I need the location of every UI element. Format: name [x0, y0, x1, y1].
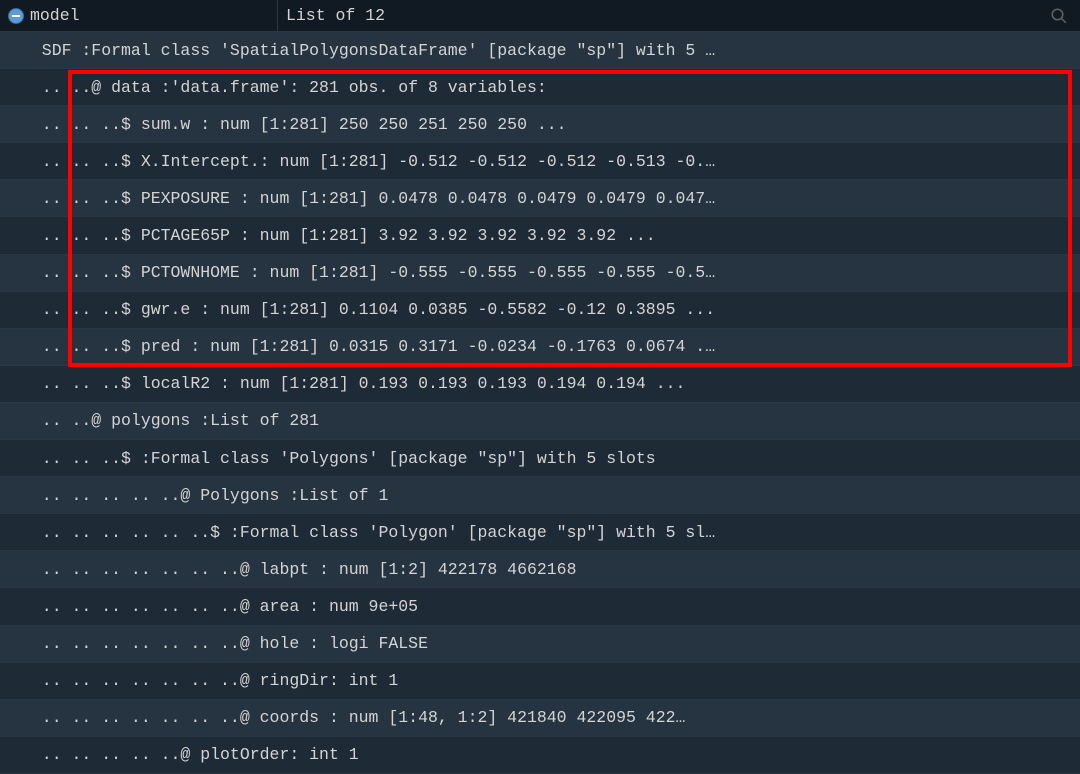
inspector-header: model List of 12	[0, 0, 1080, 32]
struct-row[interactable]: .. ..@ data :'data.frame': 281 obs. of 8…	[0, 69, 1080, 106]
struct-row[interactable]: .. .. ..$ gwr.e : num [1:281] 0.1104 0.0…	[0, 292, 1080, 329]
variable-summary: List of 12	[286, 6, 385, 25]
search-icon[interactable]	[1050, 7, 1068, 25]
struct-row[interactable]: .. .. .. .. ..@ Polygons :List of 1	[0, 477, 1080, 514]
struct-row[interactable]: .. .. .. .. .. ..$ :Formal class 'Polygo…	[0, 514, 1080, 551]
struct-row[interactable]: .. .. ..$ PCTOWNHOME : num [1:281] -0.55…	[0, 255, 1080, 292]
struct-row[interactable]: .. .. .. .. ..@ plotOrder: int 1	[0, 737, 1080, 774]
struct-row[interactable]: .. .. ..$ pred : num [1:281] 0.0315 0.31…	[0, 329, 1080, 366]
struct-row[interactable]: .. .. .. .. .. .. ..@ ringDir: int 1	[0, 663, 1080, 700]
struct-row[interactable]: .. .. ..$ localR2 : num [1:281] 0.193 0.…	[0, 366, 1080, 403]
header-summary-cell: List of 12	[278, 0, 1080, 31]
struct-row[interactable]: .. .. ..$ sum.w : num [1:281] 250 250 25…	[0, 106, 1080, 143]
struct-row[interactable]: .. .. .. .. .. .. ..@ labpt : num [1:2] …	[0, 551, 1080, 588]
struct-row[interactable]: .. .. ..$ X.Intercept.: num [1:281] -0.5…	[0, 143, 1080, 180]
inspector-content: SDF :Formal class 'SpatialPolygonsDataFr…	[0, 32, 1080, 774]
header-name-cell: model	[0, 0, 278, 31]
struct-row[interactable]: .. ..@ polygons :List of 281	[0, 403, 1080, 440]
struct-row[interactable]: .. .. ..$ :Formal class 'Polygons' [pack…	[0, 440, 1080, 477]
collapse-icon[interactable]	[8, 8, 24, 24]
struct-row[interactable]: .. .. .. .. .. .. ..@ coords : num [1:48…	[0, 700, 1080, 737]
struct-row[interactable]: .. .. .. .. .. .. ..@ area : num 9e+05	[0, 588, 1080, 625]
struct-row[interactable]: .. .. ..$ PCTAGE65P : num [1:281] 3.92 3…	[0, 217, 1080, 254]
struct-row[interactable]: .. .. ..$ PEXPOSURE : num [1:281] 0.0478…	[0, 180, 1080, 217]
struct-row[interactable]: .. .. .. .. .. .. ..@ hole : logi FALSE	[0, 626, 1080, 663]
struct-row[interactable]: SDF :Formal class 'SpatialPolygonsDataFr…	[0, 32, 1080, 69]
variable-name: model	[30, 6, 80, 25]
